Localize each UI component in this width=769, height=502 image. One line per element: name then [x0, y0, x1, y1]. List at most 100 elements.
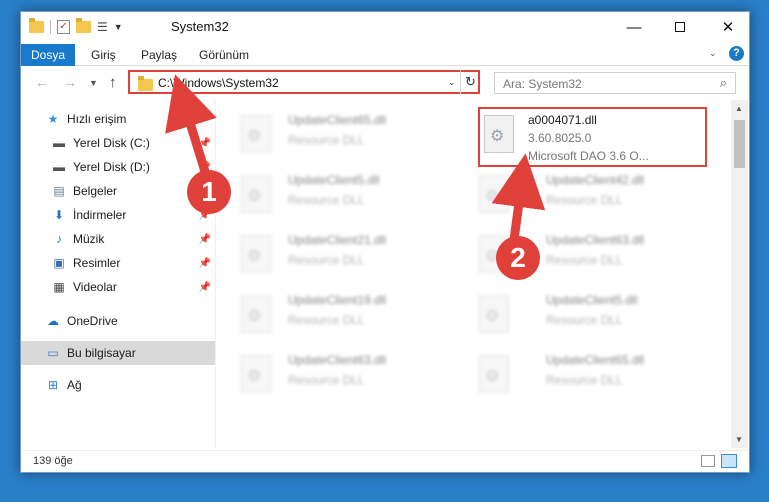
- minimize-button[interactable]: —: [611, 12, 657, 42]
- help-icon[interactable]: ?: [729, 46, 744, 61]
- sidebar-item-label: Belgeler: [73, 184, 118, 198]
- file-type: Resource DLL: [288, 133, 365, 147]
- sidebar-item-downloads[interactable]: ⬇ İndirmeler 📌: [21, 203, 215, 227]
- address-history-chevron-icon[interactable]: ⌄: [448, 77, 456, 88]
- maximize-button[interactable]: [657, 12, 703, 42]
- sidebar-item-label: Hızlı erişim: [67, 112, 127, 126]
- highlighted-file-item[interactable]: a0004071.dll 3.60.8025.0 Microsoft DAO 3…: [478, 107, 707, 167]
- pin-icon[interactable]: 📌: [199, 282, 211, 293]
- scroll-up-icon[interactable]: ▲: [735, 104, 743, 113]
- scroll-down-icon[interactable]: ▼: [735, 435, 743, 444]
- dll-file-icon: [479, 355, 509, 393]
- drive-icon: ▬: [53, 160, 65, 174]
- toolbar-separator: [50, 20, 51, 34]
- list-item[interactable]: UpdateClient21.dll Resource DLL: [226, 229, 456, 287]
- list-item[interactable]: UpdateClient63.dll Resource DLL: [226, 349, 456, 407]
- up-arrow-icon[interactable]: ↑: [109, 74, 117, 91]
- file-type: Resource DLL: [288, 313, 365, 327]
- list-item[interactable]: UpdateClient5.dll Resource DLL: [226, 169, 456, 227]
- pin-icon[interactable]: 📌: [199, 234, 211, 245]
- window-title: System32: [171, 19, 229, 34]
- file-name: UpdateClient5.dll: [546, 293, 638, 307]
- annotation-badge-1: 1: [187, 170, 231, 214]
- star-icon: ★: [47, 112, 59, 126]
- sidebar-item-music[interactable]: ♪ Müzik 📌: [21, 227, 215, 251]
- file-name: UpdateClient19.dll: [288, 293, 387, 307]
- video-icon: ▦: [53, 280, 65, 294]
- dll-file-icon: [241, 355, 271, 393]
- tab-dosya[interactable]: Dosya: [21, 44, 76, 66]
- sidebar-item-videos[interactable]: ▦ Videolar 📌: [21, 275, 215, 299]
- sidebar-item-label: Resimler: [73, 256, 121, 270]
- folder-icon: [29, 18, 44, 33]
- vertical-scrollbar[interactable]: ▲ ▼: [731, 100, 748, 448]
- sidebar-item-quick-access[interactable]: ★ Hızlı erişim: [21, 107, 215, 131]
- ribbon-tabs: Dosya Giriş Paylaş Görünüm ⌄ ?: [21, 42, 749, 66]
- sidebar-item-label: Yerel Disk (C:): [73, 136, 150, 150]
- folder-icon: [138, 76, 153, 91]
- file-explorer-window: ✓ ☰ ▼ System32 — ✕ Dosya Giriş Paylaş Gö…: [20, 11, 750, 473]
- refresh-icon[interactable]: ↻: [460, 70, 480, 94]
- address-path[interactable]: C:\Windows\System32: [158, 76, 279, 90]
- scroll-thumb[interactable]: [734, 120, 745, 168]
- sidebar-item-network[interactable]: ⊞ Ağ: [21, 373, 215, 397]
- pin-icon[interactable]: 📌: [199, 138, 211, 149]
- file-name: UpdateClient5.dll: [288, 173, 380, 187]
- view-icon[interactable]: ☰: [97, 20, 108, 34]
- close-button[interactable]: ✕: [705, 12, 751, 42]
- search-icon: ⌕: [719, 75, 727, 90]
- file-name: UpdateClient63.dll: [288, 353, 387, 367]
- file-name: a0004071.dll: [528, 113, 597, 127]
- tab-paylas[interactable]: Paylaş: [131, 44, 187, 66]
- pane-divider[interactable]: [215, 98, 216, 448]
- search-input[interactable]: Ara: System32 ⌕: [494, 72, 736, 94]
- file-type: Resource DLL: [546, 193, 623, 207]
- file-name: UpdateClient65.dll: [288, 113, 387, 127]
- sidebar-item-label: Bu bilgisayar: [67, 346, 136, 360]
- network-icon: ⊞: [47, 378, 59, 392]
- customize-toolbar-chevron-icon[interactable]: ▼: [114, 22, 123, 32]
- title-bar: ✓ ☰ ▼ System32 — ✕: [21, 12, 749, 42]
- sidebar-item-label: Videolar: [73, 280, 117, 294]
- back-arrow-icon[interactable]: ←: [35, 74, 49, 90]
- sidebar-item-pictures[interactable]: ▣ Resimler 📌: [21, 251, 215, 275]
- documents-icon: ▤: [53, 184, 65, 198]
- download-icon: ⬇: [53, 208, 65, 222]
- list-item[interactable]: UpdateClient19.dll Resource DLL: [226, 289, 456, 347]
- file-name: UpdateClient65.dll: [546, 353, 645, 367]
- navigation-pane: ★ Hızlı erişim ▬ Yerel Disk (C:) 📌 ▬ Yer…: [21, 107, 215, 442]
- sidebar-item-label: Yerel Disk (D:): [73, 160, 150, 174]
- drive-icon: ▬: [53, 136, 65, 150]
- address-bar[interactable]: C:\Windows\System32 ⌄ ↻: [128, 70, 480, 94]
- large-icons-view-icon[interactable]: [721, 454, 737, 468]
- annotation-badge-2: 2: [496, 236, 540, 280]
- sidebar-item-label: Ağ: [67, 378, 82, 392]
- music-icon: ♪: [56, 232, 62, 246]
- file-list: UpdateClient65.dll Resource DLL UpdateCl…: [226, 107, 731, 445]
- new-folder-icon[interactable]: [76, 18, 91, 33]
- sidebar-item-local-disk-d[interactable]: ▬ Yerel Disk (D:) 📌: [21, 155, 215, 179]
- forward-arrow-icon[interactable]: →: [63, 74, 77, 90]
- file-type: Resource DLL: [546, 313, 623, 327]
- pictures-icon: ▣: [53, 256, 65, 270]
- sidebar-item-onedrive[interactable]: ☁ OneDrive: [21, 309, 215, 333]
- list-item[interactable]: UpdateClient42.dll Resource DLL: [464, 169, 694, 227]
- file-version: 3.60.8025.0: [528, 131, 592, 145]
- status-bar: 139 öğe: [21, 450, 749, 472]
- sidebar-item-local-disk-c[interactable]: ▬ Yerel Disk (C:) 📌: [21, 131, 215, 155]
- dll-file-icon: [479, 175, 509, 213]
- dll-file-icon: [241, 295, 271, 333]
- recent-locations-chevron-icon[interactable]: ▼: [89, 78, 98, 88]
- sidebar-item-this-pc[interactable]: ▭ Bu bilgisayar: [21, 341, 215, 365]
- list-item[interactable]: UpdateClient65.dll Resource DLL: [464, 349, 694, 407]
- tab-gorunum[interactable]: Görünüm: [189, 44, 259, 66]
- tab-giris[interactable]: Giriş: [81, 44, 126, 66]
- list-item[interactable]: UpdateClient65.dll Resource DLL: [226, 109, 456, 167]
- file-name: UpdateClient21.dll: [288, 233, 387, 247]
- sidebar-item-documents[interactable]: ▤ Belgeler 📌: [21, 179, 215, 203]
- list-item[interactable]: UpdateClient5.dll Resource DLL: [464, 289, 694, 347]
- properties-icon[interactable]: ✓: [57, 20, 70, 34]
- expand-ribbon-chevron-icon[interactable]: ⌄: [709, 48, 717, 59]
- pin-icon[interactable]: 📌: [199, 258, 211, 269]
- details-view-icon[interactable]: [701, 455, 715, 467]
